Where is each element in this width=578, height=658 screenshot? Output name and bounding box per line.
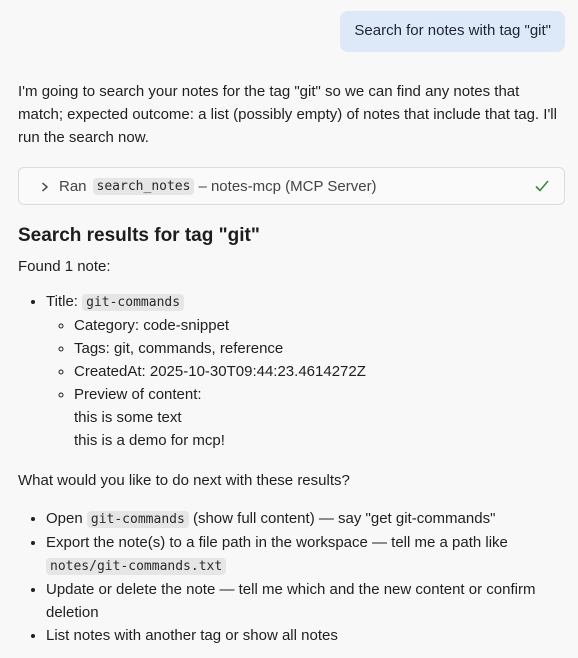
note-category: Category: code-snippet [74, 314, 565, 337]
note-tags: Tags: git, commands, reference [74, 337, 565, 360]
next-steps-list: Open git-commands (show full content) — … [18, 507, 565, 647]
option-open: Open git-commands (show full content) — … [46, 507, 565, 531]
note-preview-line: this is a demo for mcp! [74, 432, 225, 449]
note-title-label: Title: [46, 293, 78, 310]
note-preview-label: Preview of content: [74, 386, 202, 403]
next-steps-question: What would you like to do next with thes… [18, 472, 350, 489]
tool-call-server: – notes-mcp (MCP Server) [198, 177, 377, 195]
option-open-suffix: (show full content) — say "get git-comma… [192, 510, 496, 527]
tool-call-summary[interactable]: Ran search_notes – notes-mcp (MCP Server… [18, 167, 565, 205]
option-export-text: Export the note(s) to a file path in the… [46, 534, 508, 551]
tool-name-code: search_notes [92, 177, 195, 195]
results-heading: Search results for tag "git" [18, 225, 260, 246]
option-export: Export the note(s) to a file path in the… [46, 531, 565, 578]
note-details-list: Category: code-snippet Tags: git, comman… [46, 314, 565, 452]
option-export-code: notes/git-commands.txt [46, 558, 227, 575]
chevron-right-icon[interactable] [41, 182, 49, 192]
found-count-text: Found 1 note: [18, 258, 111, 275]
option-update: Update or delete the note — tell me whic… [46, 578, 565, 624]
note-preview: Preview of content: this is some text th… [74, 383, 565, 452]
note-result-item: Title: git-commands Category: code-snipp… [46, 290, 565, 452]
user-message-bubble: Search for notes with tag "git" [340, 11, 565, 52]
option-open-prefix: Open [46, 510, 83, 527]
note-preview-line: this is some text [74, 409, 182, 426]
option-open-code: git-commands [86, 511, 189, 528]
option-list: List notes with another tag or show all … [46, 624, 565, 647]
assistant-intro-text: I'm going to search your notes for the t… [18, 83, 557, 146]
assistant-response: I'm going to search your notes for the t… [18, 80, 565, 647]
tool-call-prefix: Ran [59, 177, 87, 195]
note-title-code: git-commands [82, 294, 185, 311]
user-message-text: Search for notes with tag "git" [354, 22, 551, 39]
checkmark-icon [534, 178, 550, 194]
note-created-at: CreatedAt: 2025-10-30T09:44:23.4614272Z [74, 360, 565, 383]
results-list: Title: git-commands Category: code-snipp… [18, 290, 565, 452]
